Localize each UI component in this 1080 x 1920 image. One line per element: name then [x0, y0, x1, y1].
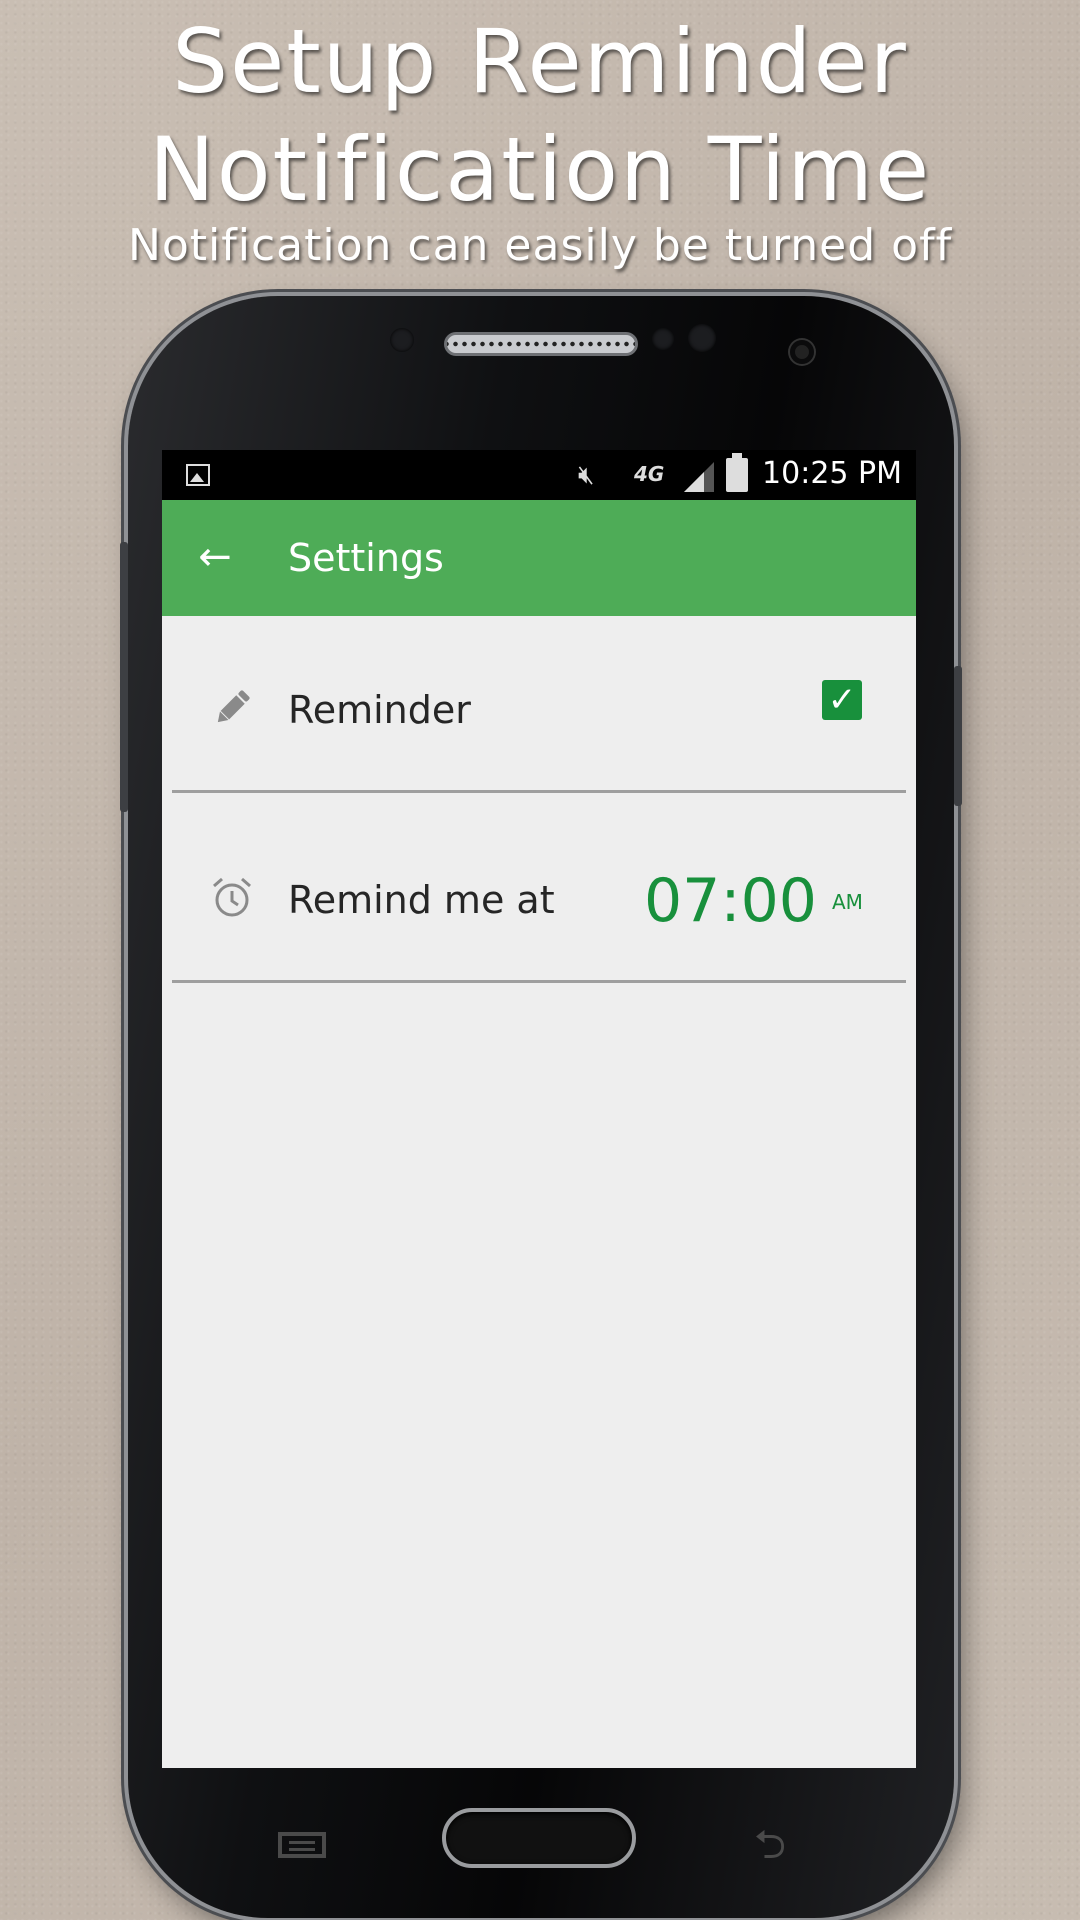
- back-key-icon[interactable]: ⮌: [754, 1816, 786, 1884]
- front-camera: [790, 340, 814, 364]
- signal-strength-icon: [684, 462, 714, 492]
- power-button: [954, 666, 962, 806]
- menu-key-icon[interactable]: [278, 1832, 326, 1858]
- phone-screen: 🔇︎ 4G 10:25 PM ← Settings Reminder ✓ Rem…: [162, 450, 916, 1768]
- remind-time-value[interactable]: 07:00: [644, 866, 817, 936]
- status-bar: 🔇︎ 4G 10:25 PM: [162, 450, 916, 500]
- proximity-sensor: [390, 328, 414, 352]
- pencil-icon: [217, 690, 250, 723]
- network-type-label: 4G: [634, 462, 665, 486]
- remind-time-period[interactable]: AM: [832, 890, 863, 914]
- row-divider: [172, 790, 906, 793]
- earpiece-speaker: [444, 332, 638, 356]
- home-button[interactable]: [442, 1808, 636, 1868]
- remind-time-label: Remind me at: [288, 878, 555, 922]
- battery-icon: [726, 453, 748, 492]
- volume-button: [120, 542, 128, 812]
- app-toolbar: ← Settings: [162, 500, 916, 616]
- promo-title-line-2: Notification Time: [148, 118, 932, 221]
- promo-title-line-1: Setup Reminder: [172, 10, 908, 113]
- reminder-label: Reminder: [288, 688, 471, 732]
- page-title: Settings: [288, 536, 444, 580]
- status-time: 10:25 PM: [762, 456, 902, 491]
- reminder-checkbox[interactable]: ✓: [822, 680, 862, 720]
- light-sensor: [652, 328, 674, 350]
- vibrate-mute-icon: 🔇︎: [578, 460, 595, 490]
- image-notification-icon: [186, 464, 210, 486]
- setting-row-remind-time[interactable]: Remind me at 07:00 AM: [162, 806, 916, 994]
- promo-subtitle: Notification can easily be turned off: [127, 220, 953, 271]
- ir-sensor: [688, 324, 716, 352]
- arrow-left-icon[interactable]: ←: [192, 534, 238, 580]
- alarm-clock-icon: [213, 877, 251, 917]
- setting-row-reminder[interactable]: Reminder ✓: [162, 616, 916, 804]
- phone-frame: 🔇︎ 4G 10:25 PM ← Settings Reminder ✓ Rem…: [120, 296, 962, 1918]
- row-divider: [172, 980, 906, 983]
